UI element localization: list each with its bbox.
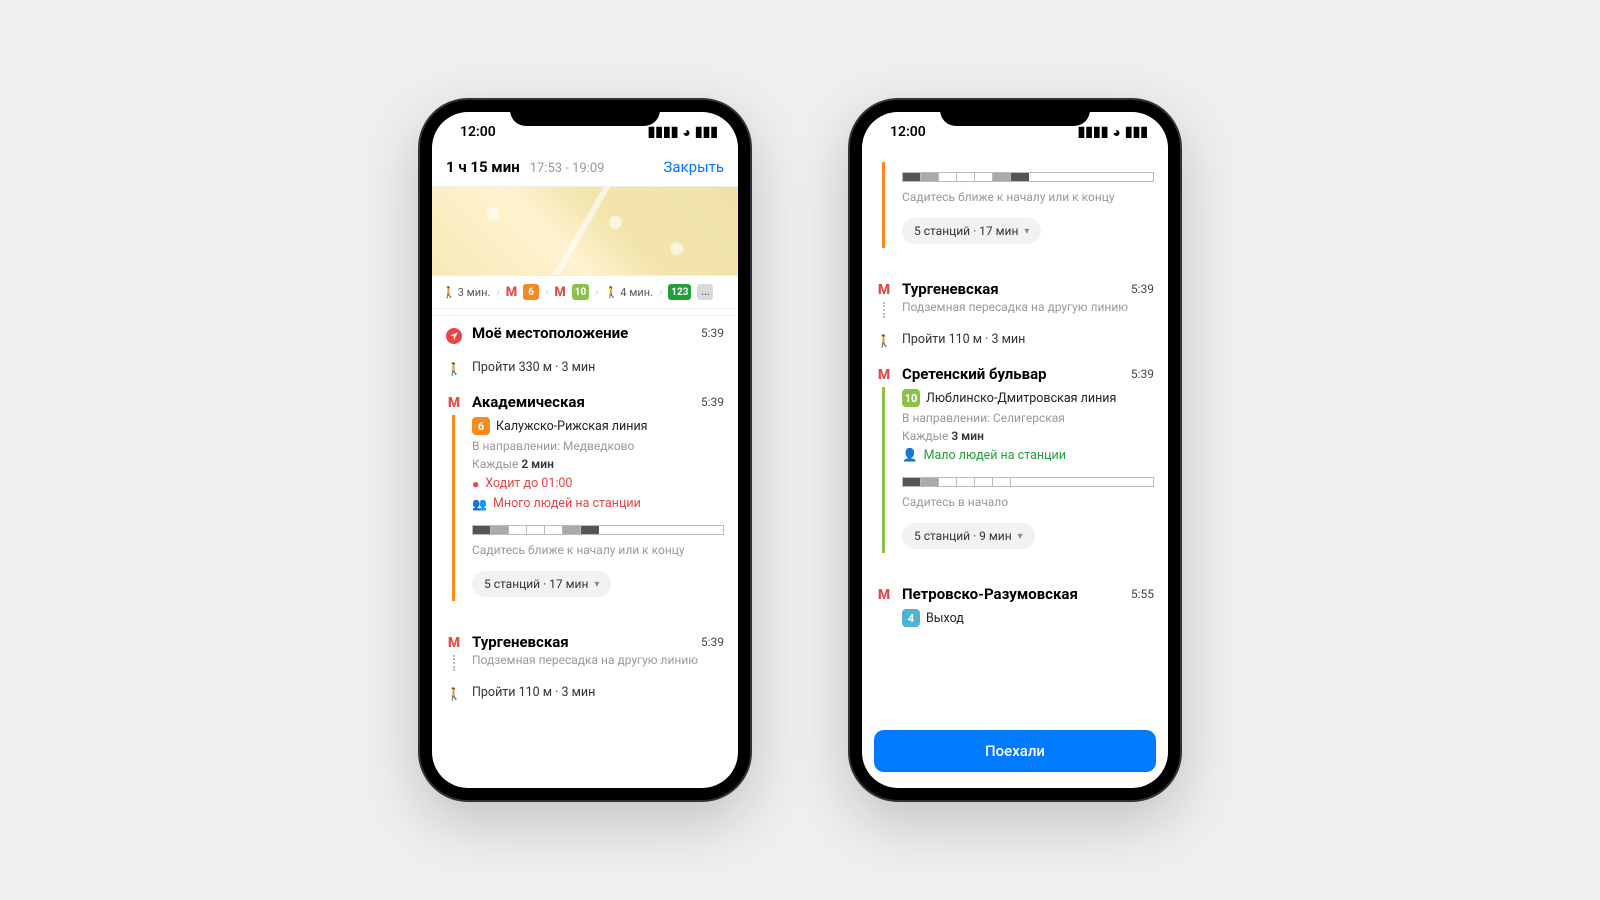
notch [940, 100, 1090, 126]
person-icon: 👤 [902, 448, 918, 463]
step-station-petrovsko[interactable]: M Петровско-Разумовская 5:55 4 Выход [876, 585, 1154, 627]
metro-icon: M [876, 367, 892, 383]
step-time: 5:39 [1131, 367, 1154, 381]
transfer-note: Подземная пересадка на другую линию [902, 300, 1154, 314]
exit-number-badge: 4 [902, 609, 920, 627]
step-station-turgenevskaya[interactable]: M Тургеневская 5:39 Подземная пересадка … [446, 633, 724, 667]
metro-icon: M [506, 285, 517, 300]
step-time: 5:39 [701, 635, 724, 649]
time-range: 17:53 - 19:09 [530, 161, 605, 176]
step-station-sretensky[interactable]: M Сретенский бульвар 5:39 10 Люблинско-Д… [876, 365, 1154, 549]
metro-icon: M [876, 282, 892, 298]
wifi-icon: ◕ [682, 124, 690, 141]
crowd-text: Много людей на станции [493, 496, 641, 511]
metro-icon: M [554, 285, 565, 300]
direction-text: В направлении: Медведково [472, 439, 724, 453]
station-title: Петровско-Разумовская [902, 585, 1154, 603]
more-badge: ... [697, 284, 713, 300]
route-header: 1 ч 15 мин 17:53 - 19:09 Закрыть [432, 152, 738, 186]
signal-icon: ▮▮▮▮ [1078, 124, 1109, 140]
chevron-down-icon: ▾ [594, 579, 599, 590]
close-button[interactable]: Закрыть [663, 158, 724, 176]
notch [510, 100, 660, 126]
step-station-akademicheskaya[interactable]: M Академическая 5:39 6 Калужско-Рижская … [446, 393, 724, 597]
walk-text: Пройти 110 м · 3 мин [902, 332, 1154, 347]
line-name: Калужско-Рижская линия [496, 419, 648, 434]
seg-walk-1: 3 мин. [458, 286, 491, 299]
frequency-text: Каждые 3 мин [902, 429, 1154, 443]
frequency-text: Каждые 2 мин [472, 457, 724, 471]
walk-segment: 🚶 Пройти 110 м · 3 мин [876, 332, 1154, 347]
expand-stops-button[interactable]: 5 станций · 9 мин ▾ [902, 523, 1035, 549]
metro-icon: M [446, 395, 462, 411]
exit-label: Выход [926, 611, 964, 626]
metro-icon: M [876, 587, 892, 603]
step-title: Моё местоположение [472, 324, 724, 342]
station-title: Академическая [472, 393, 724, 411]
route-map[interactable] [432, 186, 738, 276]
transfer-note: Подземная пересадка на другую линию [472, 653, 724, 667]
step-time: 5:39 [701, 326, 724, 340]
walk-icon: 🚶 [442, 286, 456, 299]
step-time: 5:55 [1131, 587, 1154, 601]
step-station-turgenevskaya[interactable]: M Тургеневская 5:39 Подземная пересадка … [876, 280, 1154, 314]
step-current-location[interactable]: Моё местоположение 5:39 [446, 324, 724, 342]
chevron-right-icon: › [595, 286, 598, 299]
line-number-badge: 10 [902, 389, 920, 407]
walk-text: Пройти 110 м · 3 мин [472, 685, 724, 700]
walk-segment: 🚶 Пройти 330 м · 3 мин [446, 360, 724, 375]
walk-icon: 🚶 [446, 362, 462, 376]
line-name: Люблинско-Дмитровская линия [926, 391, 1116, 406]
status-indicators: ▮▮▮▮ ◕ ▮▮▮ [648, 124, 718, 141]
station-title: Сретенский бульвар [902, 365, 1154, 383]
walk-icon: 🚶 [446, 687, 462, 701]
alert-icon: ● [472, 477, 479, 491]
expand-stops-button[interactable]: 5 станций · 17 мин ▾ [472, 571, 611, 597]
metro-icon: M [446, 635, 462, 651]
phone-mockup-1: 12:00 ▮▮▮▮ ◕ ▮▮▮ 1 ч 15 мин 17:53 - 19:0… [420, 100, 750, 800]
line-number-badge: 6 [472, 417, 490, 435]
wifi-icon: ◕ [1112, 124, 1120, 141]
crowd-text: Мало людей на станции [924, 448, 1066, 463]
battery-icon: ▮▮▮ [695, 124, 718, 140]
seg-walk-2: 4 мин. [620, 286, 653, 299]
step-time: 5:39 [701, 395, 724, 409]
segment-bar[interactable]: 🚶3 мин. › M 6 › M 10 › 🚶4 мин. › 123 ... [432, 276, 738, 309]
phone-mockup-2: 12:00 ▮▮▮▮ ◕ ▮▮▮ Садитесь ближе к нач [850, 100, 1180, 800]
battery-icon: ▮▮▮ [1125, 124, 1148, 140]
walk-segment: 🚶 Пройти 110 м · 3 мин [446, 685, 724, 700]
bus-badge: 123 [668, 284, 691, 300]
status-indicators: ▮▮▮▮ ◕ ▮▮▮ [1078, 124, 1148, 141]
chevron-down-icon: ▾ [1018, 531, 1023, 542]
expand-stops-button[interactable]: 5 станций · 17 мин ▾ [902, 218, 1041, 244]
boarding-hint: Садитесь в начало [902, 495, 1154, 509]
walk-icon: 🚶 [876, 334, 892, 348]
chevron-down-icon: ▾ [1024, 226, 1029, 237]
status-time: 12:00 [890, 124, 926, 140]
go-button[interactable]: Поехали [874, 730, 1156, 772]
train-car-diagram [472, 525, 724, 535]
train-car-diagram [902, 477, 1154, 487]
train-car-diagram [902, 172, 1154, 182]
direction-text: В направлении: Селигерская [902, 411, 1154, 425]
signal-icon: ▮▮▮▮ [648, 124, 679, 140]
boarding-hint: Садитесь ближе к началу или к концу [902, 190, 1154, 204]
chevron-right-icon: › [496, 286, 499, 299]
chevron-right-icon: › [659, 286, 662, 299]
station-title: Тургеневская [902, 280, 1154, 298]
step-time: 5:39 [1131, 282, 1154, 296]
walk-icon: 🚶 [605, 286, 619, 299]
station-title: Тургеневская [472, 633, 724, 651]
crowd-icon: 👥 [472, 497, 487, 511]
status-time: 12:00 [460, 124, 496, 140]
chevron-right-icon: › [545, 286, 548, 299]
total-duration: 1 ч 15 мин [446, 158, 520, 176]
line-badge-6: 6 [523, 284, 539, 300]
location-icon [446, 328, 462, 344]
until-text: Ходит до 01:00 [485, 476, 572, 491]
continued-segment: Садитесь ближе к началу или к концу 5 ст… [876, 172, 1154, 244]
walk-text: Пройти 330 м · 3 мин [472, 360, 724, 375]
boarding-hint: Садитесь ближе к началу или к концу [472, 543, 724, 557]
line-badge-10: 10 [572, 284, 589, 300]
